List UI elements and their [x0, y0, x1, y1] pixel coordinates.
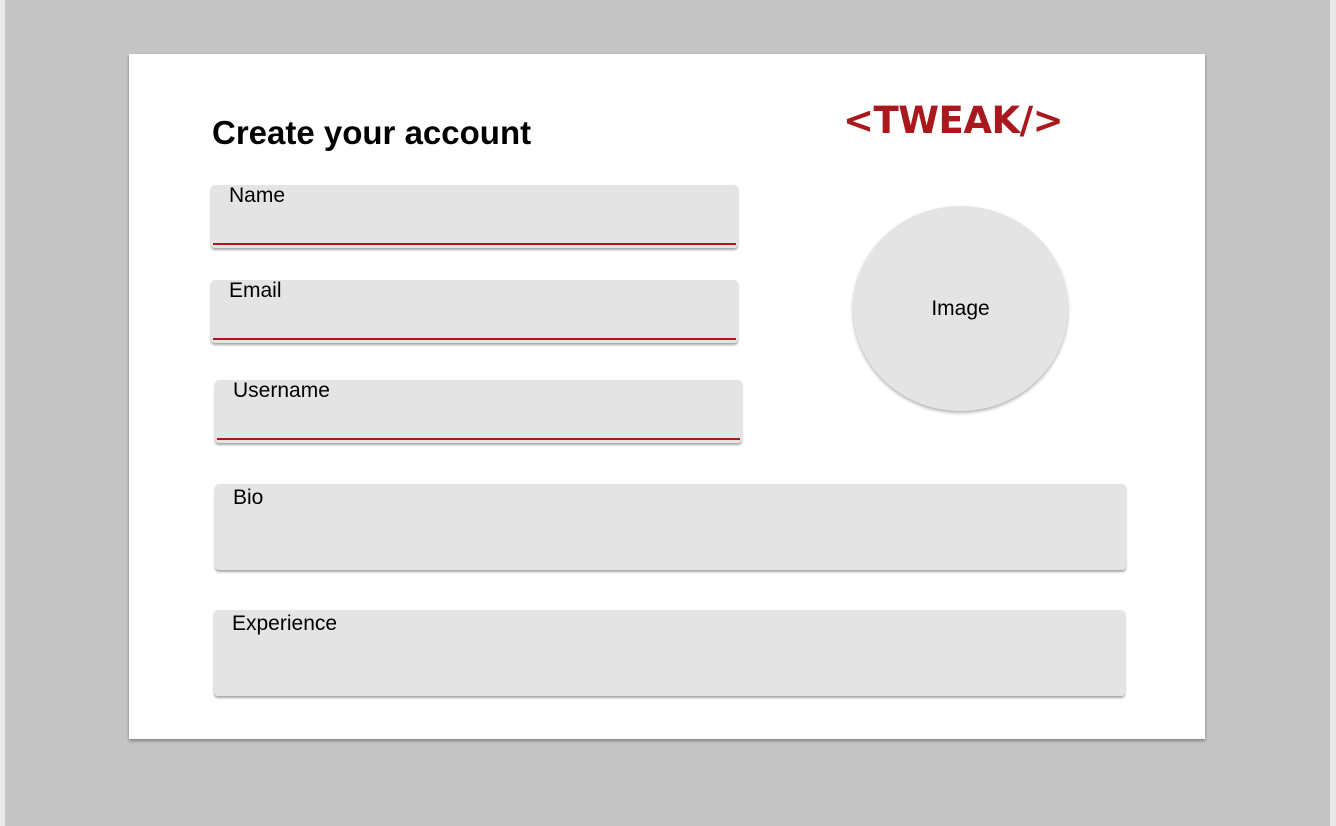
- image-placeholder-label: Image: [931, 296, 990, 320]
- experience-field[interactable]: Experience: [214, 610, 1125, 696]
- experience-field-label: Experience: [232, 612, 338, 635]
- bio-field-label: Bio: [233, 486, 264, 509]
- name-field-label: Name: [229, 184, 286, 207]
- name-field[interactable]: Name: [211, 185, 738, 248]
- email-field-label: Email: [229, 279, 282, 302]
- profile-image-upload[interactable]: Image: [853, 206, 1068, 411]
- bio-field[interactable]: Bio: [215, 484, 1126, 570]
- tweak-logo: <TWEAK/>: [843, 99, 1064, 142]
- email-field[interactable]: Email: [211, 280, 738, 343]
- username-field-label: Username: [233, 379, 330, 402]
- page-title: Create your account: [212, 114, 532, 151]
- username-field[interactable]: Username: [215, 380, 742, 443]
- account-form-card: Create your account <TWEAK/> Name Email …: [129, 54, 1205, 739]
